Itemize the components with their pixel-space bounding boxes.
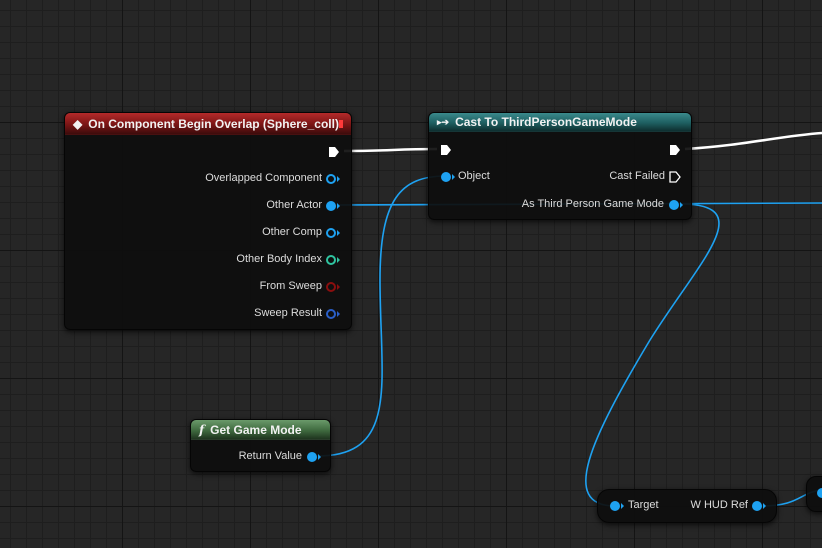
exec-in-pin[interactable] — [440, 144, 452, 156]
pin-arrow-icon — [680, 202, 683, 208]
pin-arrow-icon — [621, 503, 624, 509]
function-f-icon: f — [199, 422, 205, 437]
offscreen-node[interactable] — [806, 476, 822, 512]
pin-arrow-icon — [452, 174, 455, 180]
other-body-index-pin[interactable] — [326, 255, 336, 265]
sweep-result-pin[interactable] — [326, 309, 336, 319]
other-comp-pin[interactable] — [326, 228, 336, 238]
event-node-header[interactable]: ◆ On Component Begin Overlap (Sphere_col… — [65, 113, 351, 135]
pin-label-other-comp: Other Comp — [262, 226, 322, 238]
pin-label-object: Object — [458, 170, 490, 182]
pin-arrow-icon — [337, 230, 340, 236]
pin-label-target: Target — [628, 499, 659, 511]
exec-wire-cast-out — [684, 131, 822, 151]
pin-label-sweep-result: Sweep Result — [254, 307, 322, 319]
get-game-mode-title: Get Game Mode — [210, 422, 302, 437]
w-hud-ref-pin[interactable] — [752, 501, 762, 511]
return-value-pin[interactable] — [307, 452, 317, 462]
event-node[interactable]: ◆ On Component Begin Overlap (Sphere_col… — [64, 112, 352, 330]
pin-label-overlapped-component: Overlapped Component — [205, 172, 322, 184]
cast-failed-exec-pin[interactable] — [669, 171, 681, 183]
close-square-icon — [338, 119, 343, 128]
event-diamond-icon: ◆ — [73, 116, 83, 131]
pin-label-cast-failed: Cast Failed — [609, 170, 665, 182]
pin-arrow-icon — [337, 284, 340, 290]
exec-out-pin[interactable] — [328, 146, 340, 158]
cast-node-header[interactable]: ▸➔ Cast To ThirdPersonGameMode — [429, 113, 691, 132]
pin-arrow-icon — [337, 311, 340, 317]
pin-arrow-icon — [337, 176, 340, 182]
cast-node[interactable]: ▸➔ Cast To ThirdPersonGameMode Object Ca… — [428, 112, 692, 220]
event-node-title: On Component Begin Overlap (Sphere_coll) — [88, 116, 339, 131]
get-game-mode-header[interactable]: f Get Game Mode — [191, 420, 330, 440]
from-sweep-pin[interactable] — [326, 282, 336, 292]
other-actor-pin[interactable] — [326, 201, 336, 211]
exec-wire-event-to-cast — [343, 147, 438, 153]
pin-label-other-actor: Other Actor — [266, 199, 322, 211]
cast-arrow-icon: ▸➔ — [437, 116, 450, 127]
cast-node-title: Cast To ThirdPersonGameMode — [455, 115, 637, 129]
pin-label-from-sweep: From Sweep — [259, 280, 322, 292]
pin-label-other-body-index: Other Body Index — [236, 253, 322, 265]
as-third-person-game-mode-pin[interactable] — [669, 200, 679, 210]
get-game-mode-node[interactable]: f Get Game Mode Return Value — [190, 419, 331, 472]
whud-ref-node[interactable]: Target W HUD Ref — [597, 489, 777, 523]
pin-arrow-icon — [337, 257, 340, 263]
overlapped-component-pin[interactable] — [326, 174, 336, 184]
pin-label-return-value: Return Value — [238, 450, 302, 462]
wire-as-to-target — [585, 203, 720, 507]
pin-label-as-third-person-game-mode: As Third Person Game Mode — [521, 198, 664, 210]
object-pin[interactable] — [441, 172, 451, 182]
pin-arrow-icon — [763, 503, 766, 509]
pin-arrow-icon — [318, 454, 321, 460]
target-pin[interactable] — [610, 501, 620, 511]
pin-label-w-hud-ref: W HUD Ref — [690, 499, 748, 511]
offscreen-node-input-pin[interactable] — [817, 488, 822, 498]
exec-out-pin[interactable] — [669, 144, 681, 156]
pin-arrow-icon — [337, 203, 340, 209]
